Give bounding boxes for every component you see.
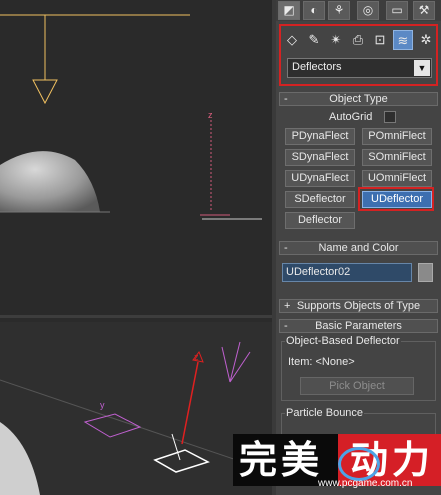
create-category-highlight: ◇ ✎ ✴ ⎙ ⊡ ≋ ✲ Deflectors ▼ <box>279 24 438 86</box>
space-warps-icon[interactable]: ≋ <box>393 30 413 50</box>
pick-object-button[interactable]: Pick Object <box>300 377 414 395</box>
gizmo-z-axis <box>181 361 199 445</box>
sphere-object-perspective <box>0 422 40 495</box>
watermark-url: www.pcgame.com.cn <box>318 478 413 489</box>
rollout-title: Basic Parameters <box>315 320 402 332</box>
cameras-icon[interactable]: ⎙ <box>348 30 368 50</box>
create-tab-icon[interactable]: ◩ <box>278 1 300 20</box>
utilities-tab-icon[interactable]: ⚒ <box>413 1 435 20</box>
somniflect-button[interactable]: SOmniFlect <box>362 149 432 166</box>
shapes-icon[interactable]: ✎ <box>304 30 324 50</box>
autogrid-label: AutoGrid <box>329 111 373 123</box>
rollout-title: Name and Color <box>318 242 399 254</box>
geometry-icon[interactable]: ◇ <box>282 30 302 50</box>
modify-tab-icon[interactable]: ◐ <box>303 1 325 20</box>
rollout-object-type[interactable]: - Object Type <box>279 92 438 106</box>
autogrid-checkbox[interactable] <box>384 111 396 123</box>
systems-icon[interactable]: ✲ <box>416 30 436 50</box>
lights-icon[interactable]: ✴ <box>326 30 346 50</box>
particle-bounce-label: Particle Bounce <box>285 407 365 419</box>
pomniflect-button[interactable]: POmniFlect <box>362 128 432 145</box>
rollout-title: Supports Objects of Type <box>296 300 421 312</box>
viewport-top[interactable]: z <box>0 0 272 318</box>
helper-arrow-icon <box>32 79 58 105</box>
deflector-button[interactable]: Deflector <box>285 212 355 229</box>
motion-tab-icon[interactable]: ◎ <box>357 1 379 20</box>
category-dropdown[interactable]: Deflectors ▼ <box>287 58 432 78</box>
rollout-name-and-color[interactable]: - Name and Color <box>279 241 438 255</box>
command-panel-tabs: ◩ ◐ ⚘ ◎ ▭ ⚒ <box>276 0 441 21</box>
ground-plane-edge <box>0 379 272 473</box>
rollout-basic-parameters[interactable]: - Basic Parameters <box>279 319 438 333</box>
rollout-title: Object Type <box>329 93 388 105</box>
pdynaflect-button[interactable]: PDynaFlect <box>285 128 355 145</box>
sdynaflect-button[interactable]: SDynaFlect <box>285 149 355 166</box>
sdeflector-button[interactable]: SDeflector <box>285 191 355 208</box>
command-panel: ◩ ◐ ⚘ ◎ ▭ ⚒ ◇ ✎ ✴ ⎙ ⊡ ≋ ✲ Deflectors ▼ -… <box>276 0 441 495</box>
helpers-icon[interactable]: ⊡ <box>370 30 390 50</box>
object-color-swatch[interactable] <box>418 263 433 282</box>
chevron-down-icon[interactable]: ▼ <box>414 60 430 76</box>
udeflector-button[interactable]: UDeflector <box>362 191 432 208</box>
object-name-field[interactable]: UDeflector02 <box>282 263 412 282</box>
watermark-logo-icon <box>338 447 380 481</box>
axis-z-label: z <box>208 110 213 120</box>
rollout-supports-objects[interactable]: + Supports Objects of Type <box>279 299 438 313</box>
axis-z-label-perspective: z <box>194 352 199 362</box>
hierarchy-tab-icon[interactable]: ⚘ <box>328 1 350 20</box>
udeflector-object <box>153 449 210 473</box>
purple-helper-arrow-c <box>221 346 231 383</box>
viewport-perspective-scene <box>0 341 272 495</box>
group-label: Object-Based Deflector <box>285 335 401 347</box>
purple-helper-arrow-a <box>229 341 241 383</box>
category-dropdown-value: Deflectors <box>292 61 342 73</box>
viewport-perspective[interactable]: y z <box>0 322 272 495</box>
purple-helper-arrow-b <box>229 351 251 383</box>
axis-y-label: y <box>100 400 105 410</box>
item-label: Item: <None> <box>288 356 355 368</box>
udynaflect-button[interactable]: UDynaFlect <box>285 170 355 187</box>
viewport-top-scene <box>0 14 262 220</box>
purple-helper-plane <box>83 413 142 438</box>
sphere-object <box>0 151 100 212</box>
udeflector-normal <box>171 433 181 461</box>
uomniflect-button[interactable]: UOmniFlect <box>362 170 432 187</box>
display-tab-icon[interactable]: ▭ <box>386 1 408 20</box>
